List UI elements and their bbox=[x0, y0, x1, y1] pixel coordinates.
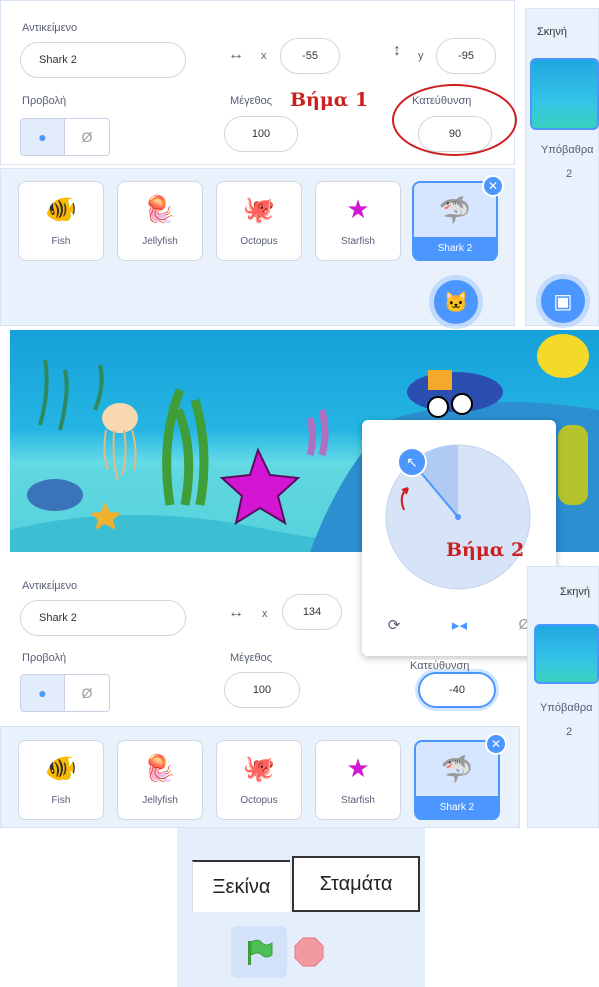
octopus-icon: 🐙 bbox=[242, 752, 276, 783]
shark-icon: 🦈 bbox=[440, 753, 474, 784]
backdrops-label-bottom: Υπόβαθρα bbox=[540, 702, 593, 714]
backdrops-count: 2 bbox=[566, 168, 573, 180]
backdrops-label: Υπόβαθρα bbox=[541, 144, 594, 156]
size-label: Μέγεθος bbox=[230, 95, 273, 107]
sprite-tile-fish[interactable]: 🐠 Fish bbox=[18, 740, 104, 820]
octopus-icon: 🐙 bbox=[242, 193, 276, 224]
step-1-annotation: Βήμα 1 bbox=[290, 89, 369, 111]
step-2-annotation: Βήμα 2 bbox=[446, 539, 525, 561]
x-arrows-icon: ↔ bbox=[228, 46, 244, 63]
delete-sprite-icon[interactable]: ✕ bbox=[485, 733, 507, 755]
x-field-bottom[interactable]: 134 bbox=[282, 594, 342, 630]
eye-slash-icon[interactable]: Ø bbox=[65, 675, 109, 711]
sprite-name-field-bottom[interactable]: Shark 2 bbox=[20, 600, 186, 636]
visibility-toggle[interactable]: ● Ø bbox=[20, 118, 110, 156]
eye-slash-icon[interactable]: Ø bbox=[65, 119, 109, 155]
sprite-tile-jellyfish[interactable]: 🪼 Jellyfish bbox=[117, 740, 203, 820]
rotate-all-around-icon[interactable]: ⟳ bbox=[388, 616, 401, 634]
left-right-flip-icon[interactable]: ▸◂ bbox=[452, 616, 467, 634]
sprite-tile-octopus[interactable]: 🐙 Octopus bbox=[216, 181, 302, 261]
y-field[interactable]: -95 bbox=[436, 38, 496, 74]
stop-tab[interactable]: Σταμάτα bbox=[292, 856, 420, 912]
stage-column-bottom bbox=[527, 566, 599, 828]
sprite-tile-starfish[interactable]: ★ Starfish bbox=[315, 740, 401, 820]
choose-backdrop-button[interactable]: ▣ bbox=[541, 279, 585, 323]
show-label: Προβολή bbox=[22, 95, 67, 107]
stop-octagon-icon[interactable] bbox=[294, 937, 324, 967]
stage-thumbnail-bottom[interactable] bbox=[534, 624, 599, 684]
sprite-tile-octopus[interactable]: 🐙 Octopus bbox=[216, 740, 302, 820]
x-arrows-icon-bottom: ↔ bbox=[228, 604, 244, 621]
y-label: y bbox=[418, 50, 424, 62]
backdrops-count-bottom: 2 bbox=[566, 726, 573, 738]
green-flag-button[interactable] bbox=[231, 926, 287, 978]
sprite-tile-jellyfish[interactable]: 🪼 Jellyfish bbox=[117, 181, 203, 261]
x-field[interactable]: -55 bbox=[280, 38, 340, 74]
sprite-tile-fish[interactable]: 🐠 Fish bbox=[18, 181, 104, 261]
sprite-label: Αντικείμενο bbox=[22, 22, 78, 34]
fish-icon: 🐠 bbox=[44, 193, 78, 224]
direction-field-bottom[interactable]: -40 bbox=[418, 672, 496, 708]
start-tab[interactable]: Ξεκίνα bbox=[192, 860, 290, 912]
sprite-tile-starfish[interactable]: ★ Starfish bbox=[315, 181, 401, 261]
starfish-icon: ★ bbox=[346, 752, 370, 783]
y-arrows-icon: ↕ bbox=[393, 42, 401, 59]
eye-icon[interactable]: ● bbox=[21, 675, 65, 711]
visibility-toggle-bottom[interactable]: ● Ø bbox=[20, 674, 110, 712]
stage-thumbnail[interactable] bbox=[530, 58, 599, 130]
fish-icon: 🐠 bbox=[44, 752, 78, 783]
stage-title: Σκηνή bbox=[537, 26, 568, 38]
sprite-label-bottom: Αντικείμενο bbox=[22, 580, 78, 592]
direction-label-bottom: Κατεύθυνση bbox=[410, 660, 470, 672]
eye-icon[interactable]: ● bbox=[21, 119, 65, 155]
jellyfish-icon: 🪼 bbox=[143, 752, 177, 783]
show-label-bottom: Προβολή bbox=[22, 652, 67, 664]
green-flag-icon bbox=[248, 939, 273, 965]
x-label-bottom: x bbox=[262, 608, 268, 620]
stage-title-bottom: Σκηνή bbox=[560, 586, 591, 598]
size-field-bottom[interactable]: 100 bbox=[224, 672, 300, 708]
size-label-bottom: Μέγεθος bbox=[230, 652, 273, 664]
sprite-tile-shark-2[interactable]: 🦈 Shark 2 bbox=[414, 740, 500, 820]
choose-sprite-button[interactable]: 🐱 bbox=[434, 280, 478, 324]
starfish-icon: ★ bbox=[346, 193, 370, 224]
svg-text:↖: ↖ bbox=[406, 455, 418, 471]
jellyfish-icon: 🪼 bbox=[143, 193, 177, 224]
delete-sprite-icon[interactable]: ✕ bbox=[482, 175, 504, 197]
x-label: x bbox=[261, 50, 267, 62]
direction-highlight-circle bbox=[392, 84, 517, 156]
size-field[interactable]: 100 bbox=[224, 116, 298, 152]
sprite-name-field[interactable]: Shark 2 bbox=[20, 42, 186, 78]
